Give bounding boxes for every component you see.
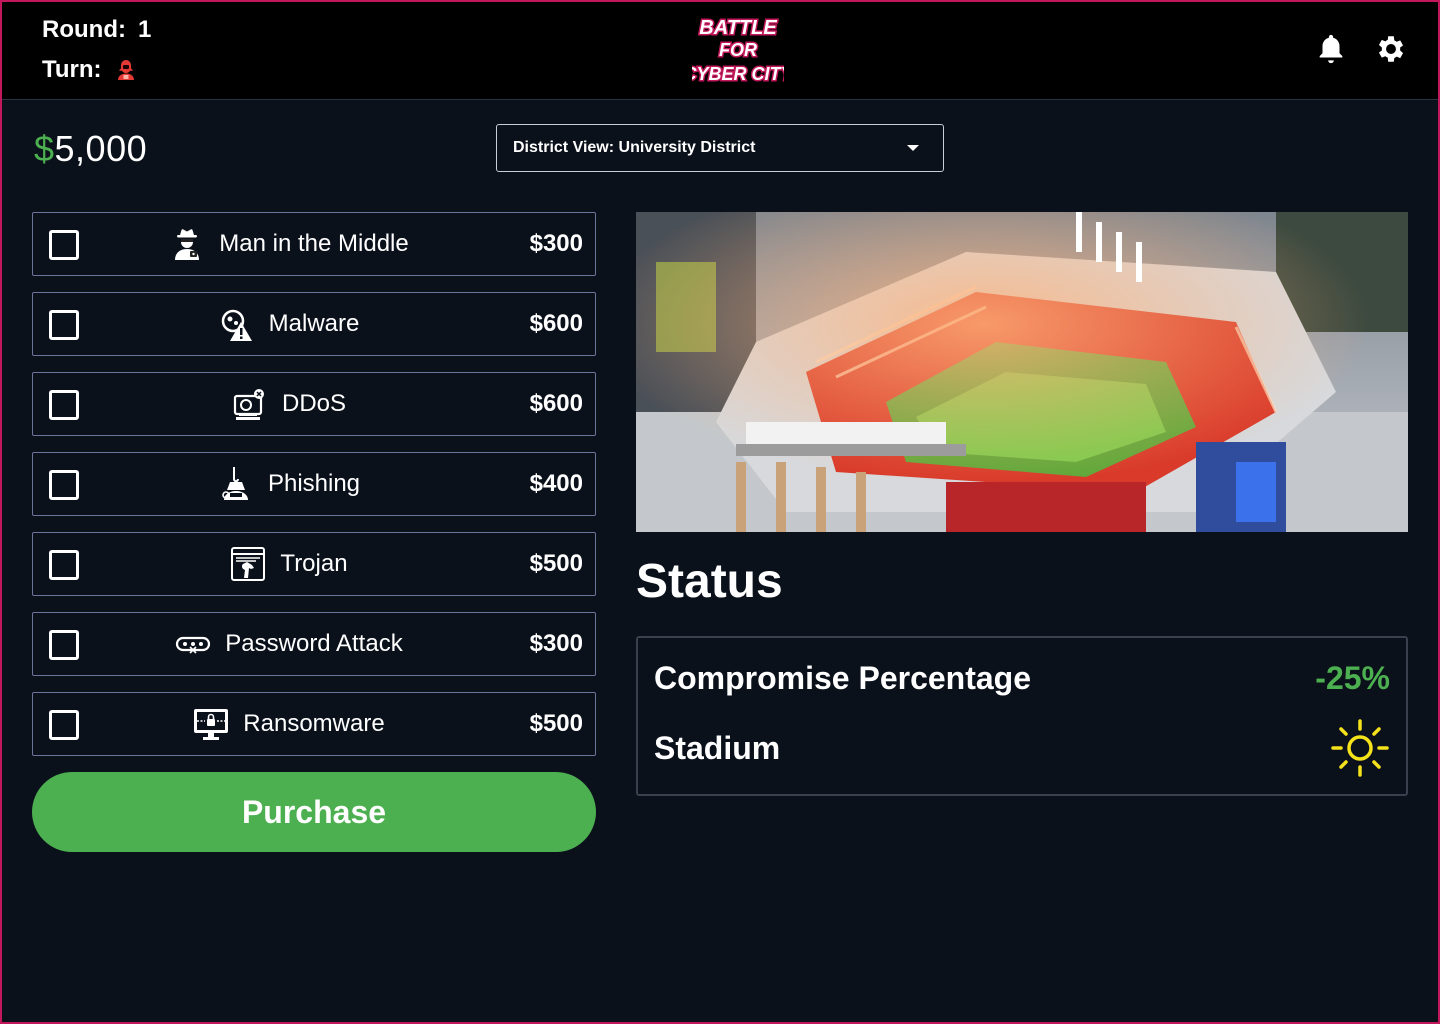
attack-option-malware[interactable]: Malware $600	[32, 292, 596, 356]
purchase-button[interactable]: Purchase	[32, 772, 596, 852]
attack-checkbox[interactable]	[49, 470, 79, 500]
attack-name: Password Attack	[225, 630, 403, 657]
sun-icon	[1331, 719, 1389, 777]
compromise-label: Compromise Percentage	[654, 659, 1032, 696]
app-frame: Round: 1 Turn: BATTLE FOR CYBER CITY	[0, 0, 1440, 1024]
attack-name: Trojan	[280, 550, 348, 577]
district-view-dropdown[interactable]: District View: University District	[496, 124, 944, 172]
attack-name: Ransomware	[243, 710, 385, 737]
money-amount: 5,000	[54, 128, 148, 169]
gear-icon[interactable]	[1374, 32, 1408, 66]
turn-label: Turn:	[42, 56, 102, 83]
attack-name: Phishing	[267, 470, 361, 497]
attack-price: $300	[529, 630, 583, 657]
attack-option-man-in-the-middle[interactable]: Man in the Middle $300	[32, 212, 596, 276]
turn-indicator: Turn:	[42, 56, 138, 84]
logo-line-3: CYBER CITY	[692, 64, 784, 84]
money-symbol: $	[34, 128, 55, 169]
attack-label-group: Malware	[113, 293, 465, 355]
attack-price: $600	[529, 390, 583, 417]
malware-warning-icon	[221, 309, 252, 341]
logo-line-2: FOR	[719, 40, 757, 60]
bell-icon[interactable]	[1314, 32, 1348, 66]
attack-checkbox[interactable]	[49, 310, 79, 340]
trojan-horse-icon	[231, 547, 266, 581]
attack-price: $300	[529, 230, 583, 257]
location-label: Stadium	[654, 729, 781, 766]
attack-option-ransomware[interactable]: Ransomware $500	[32, 692, 596, 756]
attack-label-group: DDoS	[113, 373, 465, 435]
attack-label-group: Trojan	[113, 533, 465, 595]
attack-checkbox[interactable]	[49, 550, 79, 580]
header-actions	[1314, 32, 1408, 66]
status-heading: Status	[636, 555, 783, 608]
location-row: Stadium	[654, 719, 1390, 777]
spy-icon	[175, 229, 200, 260]
top-bar: Round: 1 Turn: BATTLE FOR CYBER CITY	[2, 2, 1438, 100]
attack-label-group: Ransomware	[113, 693, 465, 755]
logo-line-1: BATTLE	[699, 17, 777, 39]
attack-price: $500	[529, 710, 583, 737]
round-label: Round:	[42, 16, 126, 43]
attack-price: $500	[529, 550, 583, 577]
phishing-hook-icon	[222, 467, 248, 500]
attack-name: DDoS	[281, 390, 347, 417]
attack-label-group: Password Attack	[113, 613, 465, 675]
attack-checkbox[interactable]	[49, 630, 79, 660]
district-view-label: District View: University District	[513, 139, 756, 156]
red-hacker-icon	[117, 60, 134, 80]
compromise-row: Compromise Percentage -25%	[654, 656, 1390, 700]
attack-label-group: Phishing	[113, 453, 465, 515]
attack-label-group: Man in the Middle	[113, 213, 465, 275]
attack-name: Malware	[268, 310, 360, 337]
round-indicator: Round: 1	[42, 16, 151, 44]
battle-for-cyber-city-logo: BATTLE FOR CYBER CITY	[692, 16, 784, 86]
attack-checkbox[interactable]	[49, 230, 79, 260]
attack-name: Man in the Middle	[219, 230, 409, 257]
stadium-district-image	[636, 212, 1408, 532]
caret-down-icon	[907, 145, 919, 151]
attack-option-trojan[interactable]: Trojan $500	[32, 532, 596, 596]
attack-option-ddos[interactable]: DDoS $600	[32, 372, 596, 436]
password-key-icon	[176, 636, 211, 654]
money-balance: $5,000	[34, 128, 147, 170]
round-value: 1	[137, 16, 152, 43]
ddos-computer-icon	[233, 389, 264, 420]
attack-checkbox[interactable]	[49, 710, 79, 740]
attack-checkbox[interactable]	[49, 390, 79, 420]
attack-list: Man in the Middle $300 Malware $600 DDoS…	[32, 212, 596, 772]
attack-price: $400	[529, 470, 583, 497]
status-panel: Compromise Percentage -25% Stadium	[636, 636, 1408, 796]
attack-option-password-attack[interactable]: Password Attack $300	[32, 612, 596, 676]
attack-price: $600	[529, 310, 583, 337]
ransomware-lock-icon	[194, 709, 229, 740]
compromise-value: -25%	[1315, 659, 1390, 696]
attack-option-phishing[interactable]: Phishing $400	[32, 452, 596, 516]
